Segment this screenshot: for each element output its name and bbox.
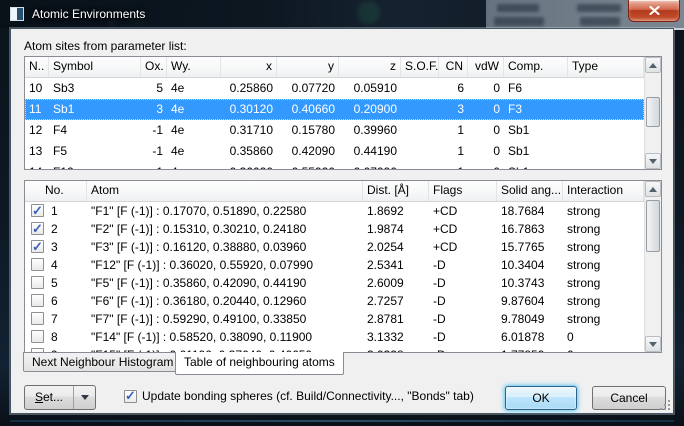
neighbour-number: 3	[51, 238, 58, 256]
atom-sites-table: N.. Symbol Ox. Wy. x y z S.O.F. CN vdW C…	[24, 56, 662, 170]
ok-button[interactable]: OK	[505, 386, 577, 410]
column-header-vdw[interactable]: vdW	[468, 57, 504, 77]
column-header-wy[interactable]: Wy.	[167, 57, 221, 77]
neighbours-rows: 1 "F1" [F (-1)] : 0.17070, 0.51890, 0.22…	[25, 202, 661, 353]
neighbours-table-header: No. Atom Dist. [Å] Flags Solid ang... In…	[25, 181, 661, 202]
column-header-dist[interactable]: Dist. [Å]	[363, 181, 429, 201]
column-header-n[interactable]: N..	[25, 57, 49, 77]
neighbour-number: 4	[51, 256, 58, 274]
column-header-y[interactable]: y	[277, 57, 339, 77]
table-row[interactable]: 14 F12 -1 4e 0.36020 0.55920 0.07990 1 0…	[25, 162, 644, 170]
column-header-ox[interactable]: Ox.	[141, 57, 167, 77]
tab-next-neighbour-histogram[interactable]: Next Neighbour Histogram	[23, 352, 182, 372]
column-header-comp[interactable]: Comp.	[504, 57, 568, 77]
window-frame-accent	[10, 420, 674, 422]
neighbour-checkbox[interactable]	[31, 240, 44, 253]
neighbour-checkbox[interactable]	[31, 222, 44, 235]
table-row[interactable]: 3 "F3" [F (-1)] : 0.16120, 0.38880, 0.03…	[25, 238, 644, 256]
set-split-button[interactable]: Set...	[24, 385, 96, 410]
column-header-cn[interactable]: CN	[439, 57, 468, 77]
scrollbar-thumb[interactable]	[646, 97, 660, 127]
neighbours-scrollbar[interactable]	[644, 181, 661, 352]
table-row[interactable]: 6 "F6" [F (-1)] : 0.36180, 0.20440, 0.12…	[25, 292, 644, 310]
neighbour-number: 2	[51, 220, 58, 238]
column-header-no[interactable]: No.	[25, 181, 87, 201]
atomic-environments-dialog: Atom sites from parameter list: N.. Symb…	[10, 28, 674, 414]
arrow-up-icon	[649, 187, 657, 192]
atom-sites-rows: 10 Sb3 5 4e 0.25860 0.07720 0.05910 6 0 …	[25, 78, 661, 170]
table-row[interactable]: 1 "F1" [F (-1)] : 0.17070, 0.51890, 0.22…	[25, 202, 644, 220]
close-icon	[649, 6, 660, 15]
column-header-x[interactable]: x	[221, 57, 277, 77]
window-titlebar[interactable]: Atomic Environments	[0, 0, 684, 28]
table-row[interactable]: 4 "F12" [F (-1)] : 0.36020, 0.55920, 0.0…	[25, 256, 644, 274]
table-row[interactable]: 12 F4 -1 4e 0.31710 0.15780 0.39960 1 0 …	[25, 120, 644, 141]
update-bonding-spheres-label: Update bonding spheres (cf. Build/Connec…	[142, 386, 474, 407]
neighbour-number: 6	[51, 292, 58, 310]
column-header-interaction[interactable]: Interaction	[563, 181, 644, 201]
atom-sites-table-header: N.. Symbol Ox. Wy. x y z S.O.F. CN vdW C…	[25, 57, 661, 78]
neighbour-checkbox[interactable]	[31, 312, 44, 325]
column-header-sof[interactable]: S.O.F.	[401, 57, 439, 77]
neighbouring-atoms-table: No. Atom Dist. [Å] Flags Solid ang... In…	[24, 180, 662, 353]
neighbour-checkbox[interactable]	[31, 258, 44, 271]
column-header-solid-angle[interactable]: Solid ang...	[497, 181, 563, 201]
table-row[interactable]: 13 F5 -1 4e 0.35860 0.42090 0.44190 1 0 …	[25, 141, 644, 162]
set-button-label[interactable]: Set...	[25, 386, 73, 409]
neighbour-checkbox[interactable]	[31, 330, 44, 343]
column-header-atom[interactable]: Atom	[87, 181, 363, 201]
window-title: Atomic Environments	[32, 0, 145, 28]
scrollbar-down-button[interactable]	[645, 336, 661, 352]
scrollbar-down-button[interactable]	[645, 153, 661, 169]
arrow-down-icon	[649, 342, 657, 347]
column-header-type[interactable]: Type	[568, 57, 644, 77]
close-button[interactable]	[628, 0, 680, 22]
sites-list-label: Atom sites from parameter list:	[24, 39, 187, 53]
table-row[interactable]: 11 Sb1 3 4e 0.30120 0.40660 0.20900 3 0 …	[25, 99, 644, 120]
column-header-flags[interactable]: Flags	[429, 181, 497, 201]
atom-sites-scrollbar[interactable]	[644, 57, 661, 169]
tab-table-of-neighbouring-atoms[interactable]: Table of neighbouring atoms	[175, 352, 344, 375]
app-icon	[10, 7, 24, 21]
table-row[interactable]: 7 "F7" [F (-1)] : 0.59290, 0.49100, 0.33…	[25, 310, 644, 328]
table-row[interactable]: 10 Sb3 5 4e 0.25860 0.07720 0.05910 6 0 …	[25, 78, 644, 99]
resize-grip-icon[interactable]	[658, 398, 670, 410]
neighbour-number: 8	[51, 328, 58, 346]
cancel-button[interactable]: Cancel	[592, 386, 666, 410]
table-row[interactable]: 8 "F14" [F (-1)] : 0.58520, 0.38090, 0.1…	[25, 328, 644, 346]
update-bonding-spheres-checkbox[interactable]	[124, 390, 137, 403]
scrollbar-up-button[interactable]	[645, 57, 661, 73]
neighbour-number: 7	[51, 310, 58, 328]
table-row[interactable]: 2 "F2" [F (-1)] : 0.15310, 0.30210, 0.24…	[25, 220, 644, 238]
neighbour-checkbox[interactable]	[31, 276, 44, 289]
arrow-up-icon	[649, 63, 657, 68]
column-header-z[interactable]: z	[339, 57, 401, 77]
scrollbar-thumb[interactable]	[646, 200, 660, 252]
chevron-down-icon	[81, 395, 89, 400]
set-dropdown-arrow[interactable]	[73, 386, 95, 409]
scrollbar-up-button[interactable]	[645, 181, 661, 197]
neighbour-number: 5	[51, 274, 58, 292]
arrow-down-icon	[649, 159, 657, 164]
column-header-symbol[interactable]: Symbol	[49, 57, 141, 77]
neighbour-checkbox[interactable]	[31, 294, 44, 307]
table-row[interactable]: 5 "F5" [F (-1)] : 0.35860, 0.42090, 0.44…	[25, 274, 644, 292]
neighbour-checkbox[interactable]	[31, 204, 44, 217]
neighbour-number: 1	[51, 202, 58, 220]
